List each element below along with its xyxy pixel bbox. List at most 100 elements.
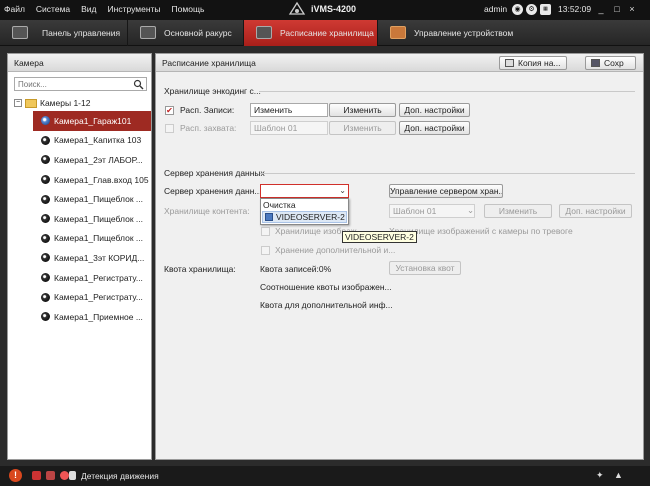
record-edit-button[interactable]: Изменить (329, 103, 396, 117)
record-template-field[interactable]: Изменить (250, 103, 328, 117)
lock-icon[interactable]: ◉ (512, 4, 523, 15)
manage-server-button[interactable]: Управление сервером хран... (389, 184, 503, 198)
storage-schedule-panel: Расписание хранилища Копия на... Сохр Хр… (155, 53, 644, 460)
section-divider (260, 173, 635, 174)
pin-icon[interactable]: ✦ (596, 470, 604, 481)
capture-template-field[interactable]: Шаблон 01 (250, 121, 328, 135)
camera-label: Камера1_Регистрату... (54, 272, 143, 283)
panel-title: Расписание хранилища (162, 58, 256, 68)
camera-icon (41, 135, 50, 145)
content-template-select[interactable]: Шаблон 01 (389, 204, 475, 218)
camera-item[interactable]: Камера1_Гараж101 (33, 111, 151, 131)
menu-file[interactable]: Файл (4, 4, 25, 14)
app-title: iVMS-4200 (311, 4, 357, 14)
capture-schedule-checkbox[interactable] (165, 124, 174, 133)
search-icon[interactable] (133, 79, 144, 90)
tree-root-label: Камеры 1-12 (40, 98, 91, 108)
camera-list: Камера1_Гараж101 Камера1_Капитка 103 Кам… (33, 111, 151, 327)
alarm-icon[interactable]: ! (9, 469, 22, 482)
chevron-down-icon[interactable]: ⌄ (339, 186, 346, 195)
tab-control-panel[interactable]: Панель управления (0, 20, 128, 46)
menu-help[interactable]: Помощь (172, 4, 205, 14)
search-input[interactable] (15, 78, 133, 90)
menu-system[interactable]: Система (36, 4, 70, 14)
server-section-title: Сервер хранения данных (164, 168, 265, 178)
dropdown-option-videoserver[interactable]: VIDEOSERVER-2 (262, 211, 347, 223)
camera-item[interactable]: Камера1_Регистрату... (33, 268, 151, 288)
camera-item[interactable]: Камера1_Пищеблок ... (33, 209, 151, 229)
record-schedule-checkbox[interactable]: ✔ (165, 106, 174, 115)
tab-main-view[interactable]: Основной ракурс (128, 20, 244, 46)
image-quota-text: Соотношение квоты изображен... (260, 282, 392, 292)
store-extra-label: Хранение дополнительной и... (275, 245, 396, 255)
extra-quota-text: Квота для дополнительной инф... (260, 300, 393, 310)
tab-storage-schedule[interactable]: Расписание хранилища (244, 20, 378, 46)
record-advanced-button[interactable]: Доп. настройки (399, 103, 470, 117)
menu-view[interactable]: Вид (81, 4, 96, 14)
camera-item[interactable]: Камера1_Приемное ... (33, 307, 151, 327)
tab-label: Управление устройством (414, 28, 514, 38)
dropdown-option-label: VIDEOSERVER-2 (276, 212, 345, 222)
minimize-button[interactable]: _ (596, 3, 606, 15)
tab-label: Панель управления (42, 28, 121, 38)
camera-icon (41, 273, 50, 283)
tree-root[interactable]: − Камеры 1-12 (14, 98, 90, 108)
copy-to-button[interactable]: Копия на... (499, 56, 567, 70)
toolbox-icon (390, 26, 406, 39)
list-icon[interactable] (69, 471, 76, 480)
store-extra-checkbox[interactable] (261, 246, 270, 255)
menu-tools[interactable]: Инструменты (108, 4, 161, 14)
record-quota-text: Квота записей:0% (260, 264, 332, 274)
server-icon (265, 213, 273, 221)
chevron-down-icon[interactable]: ⌄ (467, 205, 474, 216)
alarm-output-icon[interactable] (32, 471, 41, 480)
dropdown-option-clear[interactable]: Очистка (263, 200, 296, 210)
camera-item[interactable]: Камера1_3эт КОРИД... (33, 248, 151, 268)
copy-to-label: Копия на... (518, 58, 561, 68)
gear-icon[interactable]: ⚙ (526, 4, 537, 15)
status-bar: ! Детекция движения ✦ ▲ (0, 466, 650, 486)
camera-item[interactable]: Камера1_Глав.вход 105 (33, 170, 151, 190)
capture-advanced-button[interactable]: Доп. настройки (399, 121, 470, 135)
camera-item[interactable]: Камера1_Капитка 103 (33, 131, 151, 151)
camera-icon (41, 292, 50, 302)
storage-server-select[interactable]: ⌄ (260, 184, 349, 198)
camera-icon (41, 253, 50, 263)
panel-header: Расписание хранилища Копия на... Сохр (156, 54, 643, 72)
tab-device-management[interactable]: Управление устройством (378, 20, 526, 46)
tab-label: Основной ракурс (164, 28, 232, 38)
menu-bar: Файл Система Вид Инструменты Помощь (4, 4, 204, 14)
collapse-icon[interactable]: − (14, 99, 22, 107)
content-edit-button[interactable]: Изменить (484, 204, 552, 218)
floppy-icon (591, 59, 600, 67)
current-user[interactable]: admin (484, 4, 507, 14)
encoding-section-title: Хранилище энкодинг с... (164, 86, 261, 96)
camera-item[interactable]: Камера1_Пищеблок ... (33, 229, 151, 249)
camera-item[interactable]: Камера1_Пищеблок ... (33, 189, 151, 209)
camera-label: Камера1_Приемное ... (54, 311, 143, 322)
grid-icon (12, 26, 28, 39)
capture-edit-button[interactable]: Изменить (329, 121, 396, 135)
camera-item[interactable]: Камера1_2эт ЛАБОР... (33, 150, 151, 170)
camera-panel: Камера − Камеры 1-12 Камера1_Гараж101 Ка… (7, 53, 152, 460)
chevron-up-icon[interactable]: ▲ (614, 470, 623, 480)
save-button[interactable]: Сохр (585, 56, 636, 70)
camera-item[interactable]: Камера1_Регистрату... (33, 287, 151, 307)
camera-icon (41, 175, 50, 185)
copy-icon (505, 59, 514, 67)
content-advanced-button[interactable]: Доп. настройки (559, 204, 632, 218)
camera-icon (41, 155, 50, 165)
close-button[interactable]: × (627, 3, 637, 15)
sound-icon[interactable] (60, 471, 69, 480)
camera-label: Камера1_Регистрату... (54, 292, 143, 303)
camera-label: Камера1_Гараж101 (54, 115, 132, 126)
camera-label: Камера1_Пищеблок ... (54, 233, 143, 244)
clock: 13:52:09 (558, 4, 592, 14)
maximize-button[interactable]: □ (612, 3, 622, 15)
folder-icon (25, 98, 37, 108)
camera-icon (41, 214, 50, 224)
record-icon[interactable] (46, 471, 55, 480)
store-images-checkbox[interactable] (261, 227, 270, 236)
set-quota-button[interactable]: Установка квот (389, 261, 461, 275)
save-label: Сохр (604, 58, 624, 68)
